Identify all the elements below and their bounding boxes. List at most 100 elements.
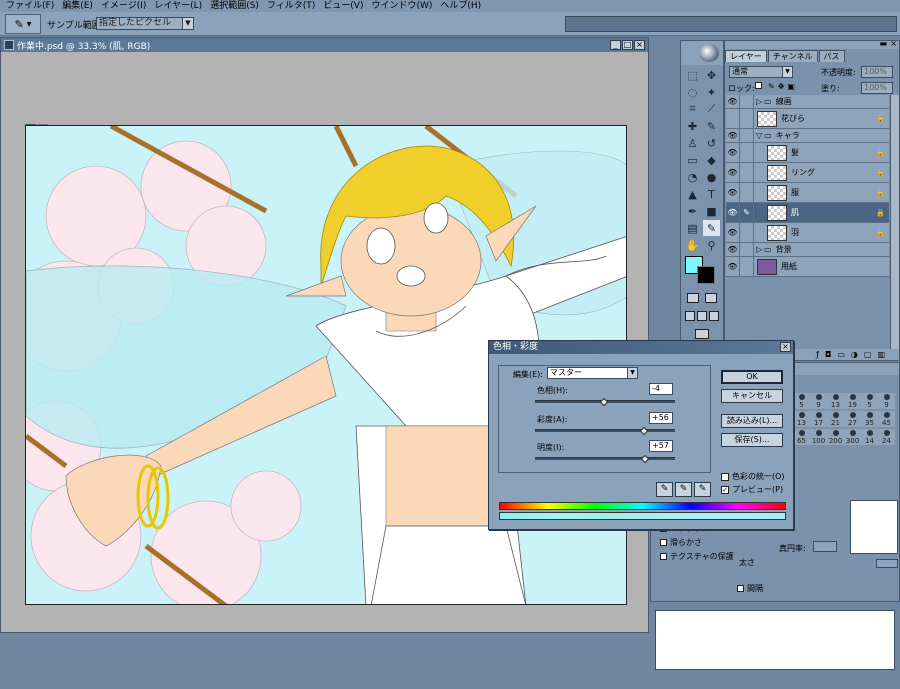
colorize-option[interactable]: 色彩の統一(O) bbox=[721, 471, 785, 482]
visibility-eye-icon[interactable] bbox=[726, 109, 740, 128]
trash-icon[interactable]: ▥ bbox=[877, 350, 885, 359]
maximize-button[interactable]: □ bbox=[622, 40, 633, 50]
layer-row[interactable]: 👁 用紙 bbox=[726, 257, 889, 277]
layers-palette-titlebar[interactable]: ▬ × bbox=[725, 39, 899, 49]
brush-preset[interactable]: 27 bbox=[844, 411, 861, 427]
opacity-input[interactable]: 100% bbox=[861, 66, 893, 78]
close-icon[interactable]: × bbox=[890, 39, 897, 48]
brush-preset[interactable]: 200 bbox=[827, 429, 844, 445]
eyedropper-minus-icon[interactable]: ✎ bbox=[694, 482, 711, 497]
menu-edit[interactable]: 編集(E) bbox=[58, 0, 97, 12]
visibility-eye-icon[interactable]: 👁 bbox=[726, 143, 740, 162]
link-slot[interactable] bbox=[740, 183, 754, 202]
marquee-tool-icon[interactable]: ⬚ bbox=[684, 67, 701, 83]
brush-preset[interactable]: 9 bbox=[878, 393, 895, 409]
eyedropper-tool-icon[interactable]: ✎ bbox=[703, 220, 720, 236]
new-group-icon[interactable]: ▭ bbox=[837, 350, 845, 359]
brush-preset[interactable]: 100 bbox=[810, 429, 827, 445]
protect-texture-checkbox[interactable] bbox=[660, 553, 667, 560]
lightness-slider-track[interactable] bbox=[535, 457, 675, 460]
lock-transparency-checkbox[interactable] bbox=[755, 82, 762, 89]
layer-row[interactable]: 👁 ✎ 肌 🔒 bbox=[726, 203, 889, 223]
lock-brush-icon[interactable]: ✎ bbox=[768, 82, 775, 91]
brush-preset[interactable]: 21 bbox=[827, 411, 844, 427]
visibility-eye-icon[interactable]: 👁 bbox=[726, 223, 740, 242]
save-button[interactable]: 保存(S)... bbox=[721, 433, 783, 447]
close-button[interactable]: × bbox=[634, 40, 645, 50]
brush-preset[interactable]: 13 bbox=[827, 393, 844, 409]
chevron-right-icon[interactable]: ▷ bbox=[756, 245, 762, 254]
eyedropper-plus-icon[interactable]: ✎ bbox=[675, 482, 692, 497]
brush-preset[interactable]: 9 bbox=[810, 393, 827, 409]
visibility-eye-icon[interactable]: 👁 bbox=[726, 257, 740, 276]
link-slot[interactable] bbox=[740, 95, 754, 108]
lock-all-icon[interactable]: ▣ bbox=[787, 82, 795, 91]
dodge-tool-icon[interactable]: ● bbox=[703, 169, 720, 185]
layer-row[interactable]: 👁 服 🔒 bbox=[726, 183, 889, 203]
brush-preset[interactable]: 300 bbox=[844, 429, 861, 445]
shape-tool-icon[interactable]: ■ bbox=[703, 203, 720, 219]
clone-stamp-icon[interactable]: ♙ bbox=[684, 135, 701, 151]
preview-option[interactable]: ✓ プレビュー(P) bbox=[721, 484, 783, 495]
screen-mode-full-menu-icon[interactable] bbox=[697, 311, 707, 321]
smoothing-checkbox[interactable] bbox=[660, 539, 667, 546]
history-brush-icon[interactable]: ↺ bbox=[703, 135, 720, 151]
link-slot[interactable] bbox=[740, 129, 754, 142]
eyedropper-icon[interactable]: ✎ bbox=[656, 482, 673, 497]
brush-preset[interactable]: 35 bbox=[861, 411, 878, 427]
link-slot[interactable] bbox=[740, 257, 754, 276]
chevron-down-icon[interactable]: ▽ bbox=[756, 131, 762, 140]
pen-tool-icon[interactable]: ✒ bbox=[684, 203, 701, 219]
protect-texture-option[interactable]: テクスチャの保護 bbox=[660, 551, 734, 562]
dialog-titlebar[interactable]: 色相・彩度 bbox=[489, 341, 793, 354]
tab-layers[interactable]: レイヤー bbox=[725, 50, 767, 62]
edit-channel-select[interactable]: マスター ▼ bbox=[547, 367, 638, 379]
link-slot[interactable] bbox=[740, 109, 754, 128]
menu-select[interactable]: 選択範囲(S) bbox=[206, 0, 263, 12]
tab-channels[interactable]: チャンネル bbox=[767, 50, 818, 62]
brush-preset[interactable]: 5 bbox=[861, 393, 878, 409]
palette-well[interactable] bbox=[565, 16, 897, 32]
adobe-online-icon[interactable] bbox=[699, 44, 719, 62]
hand-tool-icon[interactable]: ✋ bbox=[684, 237, 701, 253]
menu-view[interactable]: ビュー(V) bbox=[319, 0, 367, 12]
tool-preset-picker[interactable]: ✎ ▼ bbox=[5, 14, 41, 34]
ok-button[interactable]: OK bbox=[721, 370, 783, 384]
visibility-eye-icon[interactable]: 👁 bbox=[726, 243, 740, 256]
blur-tool-icon[interactable]: ◔ bbox=[684, 169, 701, 185]
layer-row[interactable]: 👁 ▽ ▭ キャラ bbox=[726, 129, 889, 143]
colorize-checkbox[interactable] bbox=[721, 472, 729, 481]
zoom-tool-icon[interactable]: ⚲ bbox=[703, 237, 720, 253]
brush-preset[interactable]: 24 bbox=[878, 429, 895, 445]
slice-tool-icon[interactable]: ⟋ bbox=[703, 101, 720, 117]
layer-row[interactable]: 👁 ▷ ▭ 線画 bbox=[726, 95, 889, 109]
mask-icon[interactable]: ◘ bbox=[825, 350, 831, 359]
menu-help[interactable]: ヘルプ(H) bbox=[436, 0, 485, 12]
tools-header[interactable] bbox=[681, 41, 723, 65]
healing-brush-icon[interactable]: ✚ bbox=[684, 118, 701, 134]
saturation-slider-track[interactable] bbox=[535, 429, 675, 432]
spacing-checkbox[interactable] bbox=[737, 585, 744, 592]
menu-image[interactable]: イメージ(I) bbox=[97, 0, 151, 12]
document-titlebar[interactable]: 作業中.psd @ 33.3% (肌, RGB) _ □ × bbox=[1, 38, 648, 52]
visibility-eye-icon[interactable]: 👁 bbox=[726, 95, 740, 108]
layers-scrollbar[interactable] bbox=[890, 95, 899, 349]
layer-row[interactable]: 👁 髪 🔒 bbox=[726, 143, 889, 163]
link-slot[interactable] bbox=[740, 163, 754, 182]
move-tool-icon[interactable]: ✥ bbox=[703, 67, 720, 83]
background-color-swatch[interactable] bbox=[697, 266, 715, 284]
brush-preset[interactable]: 65 bbox=[793, 429, 810, 445]
menu-window[interactable]: ウインドウ(W) bbox=[367, 0, 436, 12]
close-button[interactable]: × bbox=[780, 342, 791, 352]
menu-file[interactable]: ファイル(F) bbox=[2, 0, 58, 12]
brush-preset[interactable]: 13 bbox=[793, 411, 810, 427]
visibility-eye-icon[interactable]: 👁 bbox=[726, 183, 740, 202]
minimize-icon[interactable]: ▬ bbox=[879, 39, 887, 48]
standard-mode-icon[interactable] bbox=[687, 293, 699, 303]
thickness-input[interactable] bbox=[876, 559, 898, 568]
visibility-eye-icon[interactable]: 👁 bbox=[726, 203, 740, 222]
spacing-option[interactable]: 間隔 bbox=[737, 583, 763, 594]
layer-row[interactable]: 👁 リング 🔒 bbox=[726, 163, 889, 183]
preview-checkbox[interactable]: ✓ bbox=[721, 485, 729, 494]
chevron-right-icon[interactable]: ▷ bbox=[756, 97, 762, 106]
